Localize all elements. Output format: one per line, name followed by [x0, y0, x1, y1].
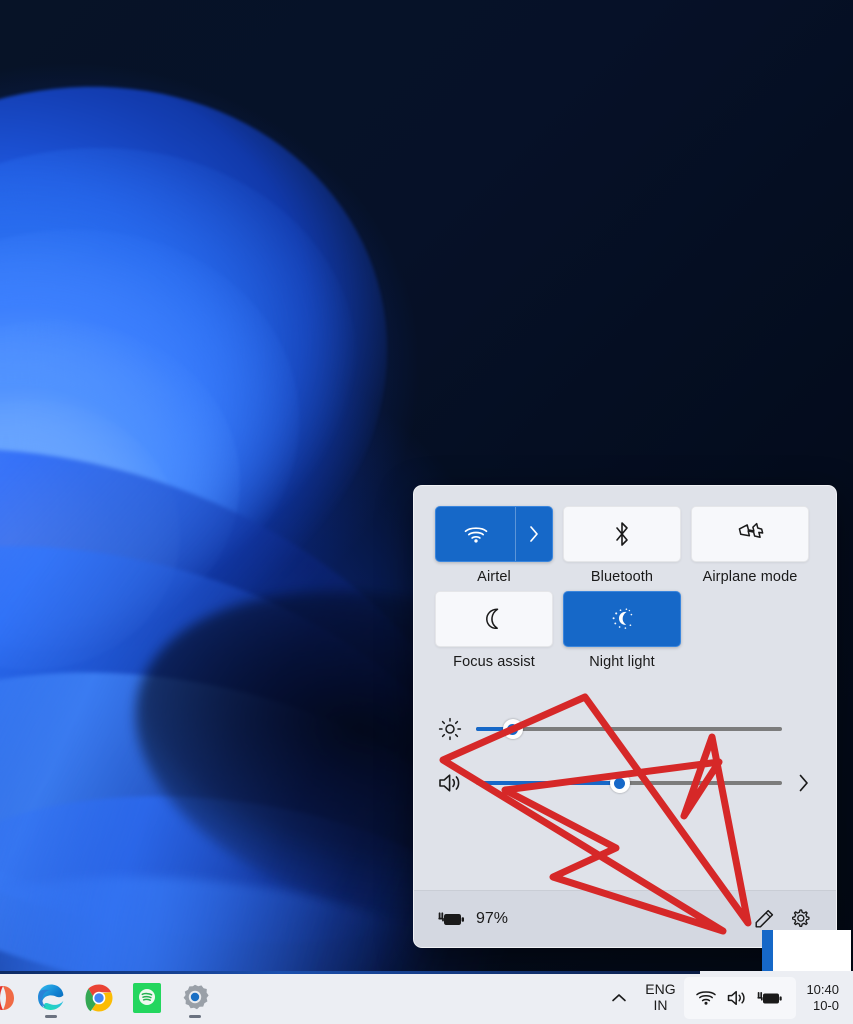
language-line-2: IN — [653, 996, 668, 1013]
microsoft-edge-icon — [38, 984, 64, 1010]
taskbar-top-strip — [0, 971, 700, 974]
bluetooth-icon — [616, 522, 628, 546]
volume-fill — [476, 781, 620, 785]
taskbar-system-tray: ENG IN 10:40 10-0 — [602, 976, 853, 1020]
quick-tile-label-airplane: Airplane mode — [702, 569, 798, 585]
taskbar-clock[interactable]: 10:40 10-0 — [798, 976, 849, 1020]
chevron-right-icon — [799, 774, 808, 792]
taskbar-app-chrome[interactable] — [78, 977, 120, 1019]
chevron-up-icon — [612, 993, 627, 1001]
partial-red-app-icon — [0, 985, 14, 1010]
tile-cell-wifi: Airtel — [430, 506, 558, 585]
taskbar-app-spotify[interactable] — [126, 977, 168, 1019]
tile-cell-bluetooth: Bluetooth — [558, 506, 686, 585]
quick-tile-label-focus-assist: Focus assist — [453, 654, 535, 670]
pencil-icon — [755, 909, 774, 928]
wifi-icon — [696, 990, 717, 1005]
brightness-thumb[interactable] — [502, 719, 523, 739]
tray-overflow-button[interactable] — [602, 978, 636, 1018]
tile-cell-empty — [686, 591, 814, 670]
quick-settings-panel: Airtel Bluetooth Airplane mode Focus ass… — [413, 485, 837, 948]
quick-tile-wifi[interactable] — [435, 506, 553, 562]
quick-tile-label-wifi: Airtel — [477, 569, 511, 585]
brightness-icon-wrap — [430, 717, 470, 741]
quick-tile-label-night-light: Night light — [589, 654, 655, 670]
clock-time: 10:40 — [806, 981, 839, 997]
taskbar-running-indicator — [45, 1014, 57, 1018]
taskbar: ENG IN 10:40 10-0 — [0, 971, 853, 1024]
tile-cell-focus-assist: Focus assist — [430, 591, 558, 670]
wifi-icon — [464, 527, 487, 543]
speaker-icon — [728, 990, 746, 1005]
airplane-icon — [738, 522, 764, 538]
volume-expand-button[interactable] — [786, 773, 820, 793]
chevron-right-icon — [530, 526, 538, 542]
battery-percent-label: 97% — [476, 910, 509, 927]
gear-icon — [792, 909, 810, 927]
language-indicator[interactable]: ENG IN — [638, 976, 682, 1020]
speaker-icon-wrap — [430, 771, 470, 795]
wifi-toggle-area[interactable] — [436, 507, 516, 561]
tile-cell-airplane: Airplane mode — [686, 506, 814, 585]
brightness-slider-row — [430, 702, 820, 756]
screen: Airtel Bluetooth Airplane mode Focus ass… — [0, 0, 853, 1024]
battery-charging-icon — [757, 991, 783, 1003]
taskbar-apps — [0, 977, 216, 1019]
brightness-icon — [438, 717, 462, 741]
taskbar-app-settings[interactable] — [174, 977, 216, 1019]
moon-icon — [486, 608, 499, 629]
settings-gear-icon — [183, 984, 209, 1009]
quick-tile-night-light[interactable] — [563, 591, 681, 647]
quick-tile-bluetooth[interactable] — [563, 506, 681, 562]
clock-date: 10-0 — [812, 997, 839, 1013]
volume-thumb[interactable] — [609, 773, 630, 793]
speaker-icon — [439, 774, 460, 792]
google-chrome-icon — [85, 984, 113, 1011]
spotify-icon — [133, 982, 161, 1013]
quick-settings-sliders — [414, 676, 836, 810]
taskbar-running-indicator — [189, 1014, 201, 1018]
tray-quick-settings-button[interactable] — [684, 976, 797, 1019]
wifi-expand-area[interactable] — [516, 507, 552, 561]
quick-settings-tiles: Airtel Bluetooth Airplane mode Focus ass… — [414, 486, 836, 676]
brightness-slider[interactable] — [476, 718, 782, 740]
taskbar-app-edge[interactable] — [30, 977, 72, 1019]
quick-tile-focus-assist[interactable] — [435, 591, 553, 647]
quick-tile-airplane[interactable] — [691, 506, 809, 562]
language-line-1: ENG — [645, 980, 676, 997]
volume-slider[interactable] — [476, 772, 782, 794]
taskbar-app-partial[interactable] — [0, 977, 24, 1019]
battery-charging-icon — [438, 912, 464, 925]
quick-tile-label-bluetooth: Bluetooth — [590, 569, 654, 585]
volume-slider-row — [430, 756, 820, 810]
battery-status[interactable]: 97% — [438, 909, 508, 929]
night-light-icon — [612, 608, 633, 629]
tile-cell-night-light: Night light — [558, 591, 686, 670]
